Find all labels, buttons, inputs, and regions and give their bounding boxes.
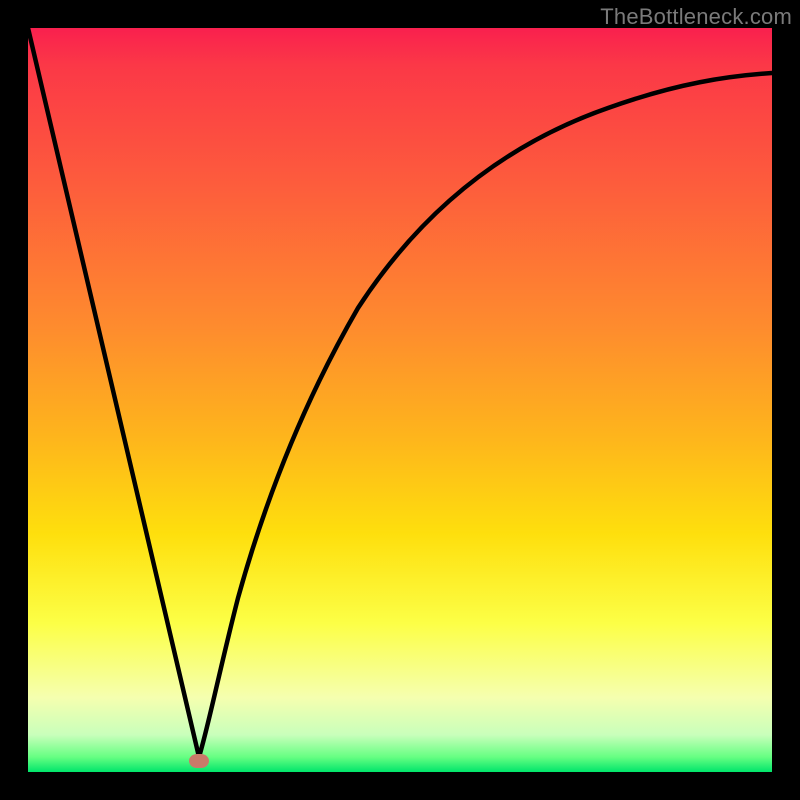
bottleneck-curve [28, 28, 772, 757]
plot-area [28, 28, 772, 772]
curve-svg [28, 28, 772, 772]
chart-frame: TheBottleneck.com [0, 0, 800, 800]
watermark-text: TheBottleneck.com [600, 4, 792, 30]
vertex-marker [189, 754, 209, 768]
